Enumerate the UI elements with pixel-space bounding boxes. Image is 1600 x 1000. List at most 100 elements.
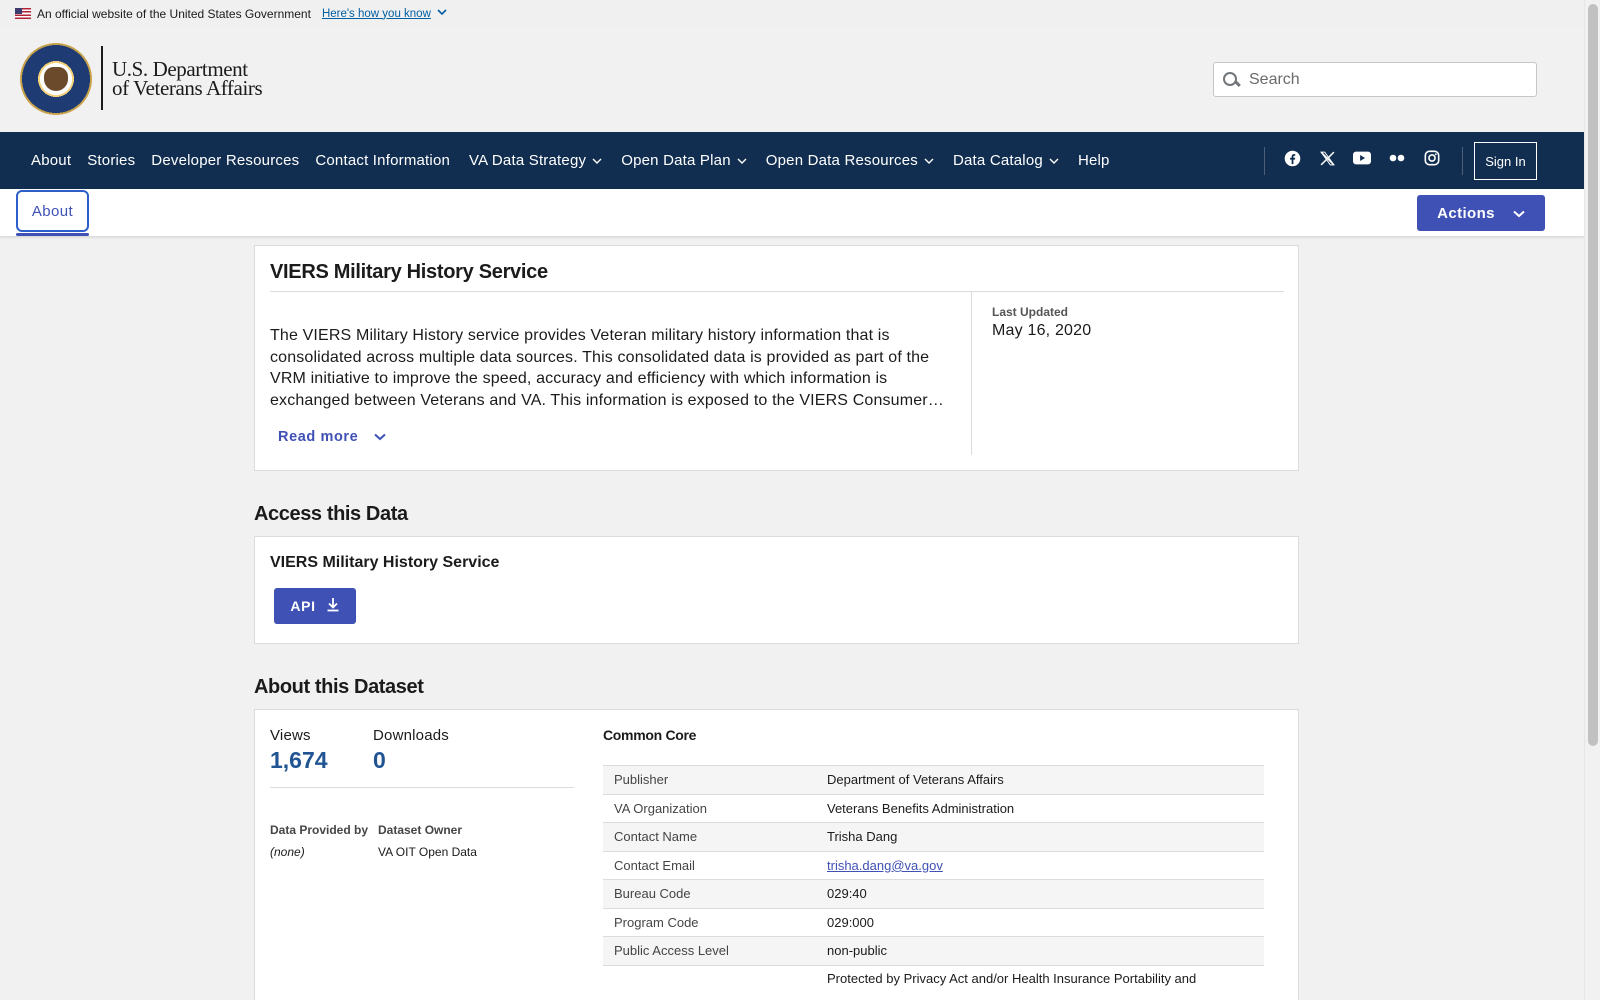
row-key: Bureau Code — [603, 879, 827, 908]
nav-divider — [1264, 147, 1265, 175]
row-key: Contact Name — [603, 822, 827, 851]
social-links — [1283, 149, 1441, 167]
about-dataset-card: Views 1,674 Downloads 0 Data Provided by… — [254, 709, 1299, 1000]
instagram-icon[interactable] — [1423, 149, 1441, 167]
actions-button[interactable]: Actions — [1417, 195, 1545, 231]
table-row: Contact Email trisha.dang@va.gov — [603, 850, 1264, 880]
row-value: Trisha Dang — [827, 822, 1264, 851]
chevron-down-icon — [1049, 156, 1059, 166]
nav-item-label: VA Data Strategy — [469, 152, 587, 169]
dataset-owner-label: Dataset Owner — [378, 823, 463, 837]
row-key: Contact Email — [603, 850, 827, 880]
scrollbar-thumb[interactable] — [1588, 4, 1598, 746]
data-provided-by-value: (none) — [270, 845, 305, 859]
nav-item-stories[interactable]: Stories — [79, 152, 143, 169]
va-seal-logo[interactable] — [20, 43, 92, 115]
dataset-owner-value: VA OIT Open Data — [378, 845, 477, 859]
nav-item-contact-information[interactable]: Contact Information — [307, 152, 458, 169]
page: An official website of the United States… — [0, 0, 1584, 1000]
row-value: 029:40 — [827, 879, 1264, 908]
sign-in-button[interactable]: Sign In — [1474, 142, 1537, 180]
nav-item-va-data-strategy[interactable]: VA Data Strategy — [461, 152, 613, 169]
row-value: trisha.dang@va.gov — [827, 850, 1264, 880]
tab-bar: About Actions — [0, 189, 1584, 237]
common-core-table: Publisher Department of Veterans Affairs … — [603, 765, 1264, 994]
actions-label: Actions — [1437, 204, 1495, 222]
search-icon[interactable] — [1222, 71, 1240, 89]
views-stat: Views 1,674 — [270, 727, 328, 774]
active-tab-indicator — [16, 233, 89, 236]
table-row: Public Access Level non-public — [603, 936, 1264, 965]
nav-items: About Stories Developer Resources Contac… — [0, 152, 1118, 169]
flickr-icon[interactable] — [1388, 149, 1406, 167]
us-flag-icon — [15, 8, 31, 19]
tab-about[interactable]: About — [16, 190, 89, 232]
x-twitter-icon[interactable] — [1318, 149, 1336, 167]
gov-banner-text: An official website of the United States… — [37, 6, 311, 21]
downloads-label: Downloads — [373, 727, 450, 744]
main-nav: About Stories Developer Resources Contac… — [0, 132, 1584, 189]
site-header: U.S. Department of Veterans Affairs — [0, 27, 1584, 132]
downloads-stat: Downloads 0 — [373, 727, 449, 774]
search-box[interactable] — [1213, 62, 1537, 97]
row-value: non-public — [827, 936, 1264, 965]
chevron-down-icon — [1513, 205, 1525, 222]
nav-item-data-catalog[interactable]: Data Catalog — [945, 152, 1070, 169]
chevron-down-icon — [592, 156, 602, 166]
search-input[interactable] — [1249, 70, 1509, 89]
access-card: VIERS Military History Service API — [254, 536, 1299, 644]
facebook-icon[interactable] — [1283, 149, 1301, 167]
nav-item-label: Open Data Plan — [621, 152, 731, 169]
views-label: Views — [270, 727, 311, 744]
nav-item-about[interactable]: About — [23, 152, 79, 169]
dataset-summary-card: VIERS Military History Service The VIERS… — [254, 245, 1299, 471]
brand-divider — [101, 46, 103, 110]
divider — [971, 292, 972, 455]
heres-how-you-know-link[interactable]: Here's how you know — [322, 8, 431, 20]
download-icon — [326, 597, 340, 615]
nav-item-label: Developer Resources — [151, 152, 300, 169]
downloads-value: 0 — [373, 747, 386, 773]
chevron-down-icon — [737, 156, 747, 166]
row-key: Public Access Level — [603, 936, 827, 965]
table-row: Contact Name Trisha Dang — [603, 822, 1264, 851]
table-row: Bureau Code 029:40 — [603, 879, 1264, 908]
youtube-icon[interactable] — [1353, 149, 1371, 167]
row-value: 029:000 — [827, 907, 1264, 937]
about-heading: About this Dataset — [254, 676, 424, 698]
row-key — [603, 964, 827, 994]
chevron-down-icon[interactable] — [437, 8, 447, 19]
dataset-description: The VIERS Military History service provi… — [270, 327, 944, 410]
nav-item-open-data-resources[interactable]: Open Data Resources — [758, 152, 945, 169]
data-provided-by-label: Data Provided by — [270, 823, 369, 837]
row-value: Protected by Privacy Act and/or Health I… — [827, 964, 1264, 994]
nav-item-label: Open Data Resources — [765, 152, 918, 169]
nav-divider — [1462, 147, 1463, 175]
common-core-title: Common Core — [603, 727, 697, 743]
va-wordmark[interactable]: U.S. Department of Veterans Affairs — [112, 59, 263, 99]
dataset-title: VIERS Military History Service — [270, 261, 548, 283]
divider — [270, 291, 1284, 292]
table-row: VA Organization Veterans Benefits Adminis… — [603, 793, 1264, 823]
api-download-button[interactable]: API — [274, 588, 356, 624]
vertical-scrollbar[interactable] — [1584, 0, 1600, 1000]
gov-banner: An official website of the United States… — [0, 0, 1584, 27]
nav-item-label: Data Catalog — [952, 152, 1043, 169]
row-key: Publisher — [603, 765, 827, 794]
read-more-button[interactable]: Read more — [278, 429, 387, 445]
views-value: 1,674 — [270, 747, 328, 773]
nav-item-label: Stories — [87, 152, 136, 169]
contact-email-link[interactable]: trisha.dang@va.gov — [827, 858, 943, 873]
last-updated-value: May 16, 2020 — [992, 322, 1092, 339]
chevron-down-icon — [924, 156, 934, 166]
chevron-down-icon — [374, 429, 387, 445]
nav-item-open-data-plan[interactable]: Open Data Plan — [613, 152, 758, 169]
resource-name: VIERS Military History Service — [270, 554, 500, 571]
nav-item-developer-resources[interactable]: Developer Resources — [143, 152, 307, 169]
nav-item-label: Help — [1077, 152, 1110, 169]
nav-item-label: About — [31, 152, 72, 169]
dataset-owner: Dataset Owner VA OIT Open Data — [378, 823, 477, 859]
row-key: VA Organization — [603, 793, 827, 823]
nav-item-help[interactable]: Help — [1070, 152, 1118, 169]
api-label: API — [290, 598, 316, 614]
